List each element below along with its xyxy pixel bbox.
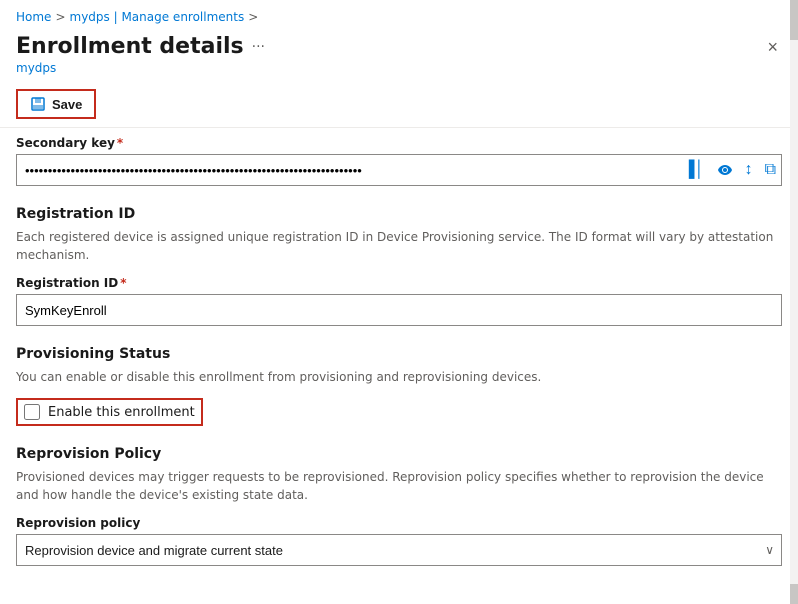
registration-id-title: Registration ID — [16, 206, 782, 222]
secondary-key-required: * — [117, 136, 123, 150]
reprovision-policy-label: Reprovision policy — [16, 516, 782, 530]
reprovision-policy-wrapper: Reprovision device and migrate current s… — [16, 534, 782, 566]
secondary-key-actions: ▐│ ↕ ⧉ — [681, 159, 778, 181]
provisioning-status-desc: You can enable or disable this enrollmen… — [16, 368, 782, 386]
registration-id-field-group: Registration ID * — [16, 276, 782, 326]
registration-id-input[interactable] — [16, 294, 782, 326]
breadcrumb-sep1: > — [55, 10, 65, 24]
panel-subtitle: mydps — [16, 61, 265, 75]
provisioning-status-title: Provisioning Status — [16, 346, 782, 362]
secondary-key-label: Secondary key * — [16, 136, 782, 150]
close-button[interactable]: × — [763, 34, 782, 60]
secondary-key-input[interactable] — [16, 154, 782, 186]
save-button[interactable]: Save — [16, 89, 96, 119]
waveform-icon: ▐│ — [683, 161, 704, 179]
regenerate-icon: ↕ — [745, 161, 753, 179]
registration-id-required: * — [120, 276, 126, 290]
header-left: Enrollment details ··· mydps — [16, 34, 265, 75]
waveform-button[interactable]: ▐│ — [681, 159, 706, 181]
scrollbar-track — [790, 0, 798, 604]
enable-enrollment-text: Enable this enrollment — [48, 405, 195, 420]
reprovision-policy-section: Reprovision Policy Provisioned devices m… — [16, 446, 782, 566]
reprovision-policy-title: Reprovision Policy — [16, 446, 782, 462]
breadcrumb-sep2: > — [248, 10, 258, 24]
main-content: Secondary key * ▐│ — [0, 128, 798, 604]
breadcrumb: Home > mydps | Manage enrollments > — [0, 0, 798, 30]
save-label: Save — [52, 97, 82, 112]
copy-button[interactable]: ⧉ — [763, 159, 778, 181]
registration-id-label: Registration ID * — [16, 276, 782, 290]
toolbar: Save — [0, 81, 798, 127]
ellipsis-menu[interactable]: ··· — [252, 39, 265, 55]
reprovision-policy-desc: Provisioned devices may trigger requests… — [16, 468, 782, 504]
eye-icon — [717, 162, 733, 178]
reprovision-policy-select[interactable]: Reprovision device and migrate current s… — [16, 534, 782, 566]
reprovision-policy-field-group: Reprovision policy Reprovision device an… — [16, 516, 782, 566]
save-icon — [30, 96, 46, 112]
regenerate-button[interactable]: ↕ — [743, 159, 755, 181]
secondary-key-section: Secondary key * ▐│ — [16, 128, 782, 186]
registration-id-desc: Each registered device is assigned uniqu… — [16, 228, 782, 264]
scrollbar-thumb-bottom[interactable] — [790, 584, 798, 604]
enable-enrollment-label[interactable]: Enable this enrollment — [16, 398, 203, 426]
secondary-key-input-wrapper: ▐│ ↕ ⧉ — [16, 154, 782, 186]
eye-button[interactable] — [715, 160, 735, 180]
registration-id-section: Registration ID Each registered device i… — [16, 206, 782, 326]
enable-enrollment-checkbox[interactable] — [24, 404, 40, 420]
breadcrumb-home[interactable]: Home — [16, 10, 51, 24]
breadcrumb-mydps[interactable]: mydps | Manage enrollments — [70, 10, 245, 24]
scrollbar-thumb-top[interactable] — [790, 0, 798, 40]
page-title: Enrollment details ··· — [16, 34, 265, 59]
provisioning-status-section: Provisioning Status You can enable or di… — [16, 346, 782, 426]
enrollment-panel: Home > mydps | Manage enrollments > Enro… — [0, 0, 798, 604]
secondary-key-field-group: Secondary key * ▐│ — [16, 136, 782, 186]
panel-header: Enrollment details ··· mydps × — [0, 30, 798, 81]
copy-icon: ⧉ — [765, 161, 776, 179]
